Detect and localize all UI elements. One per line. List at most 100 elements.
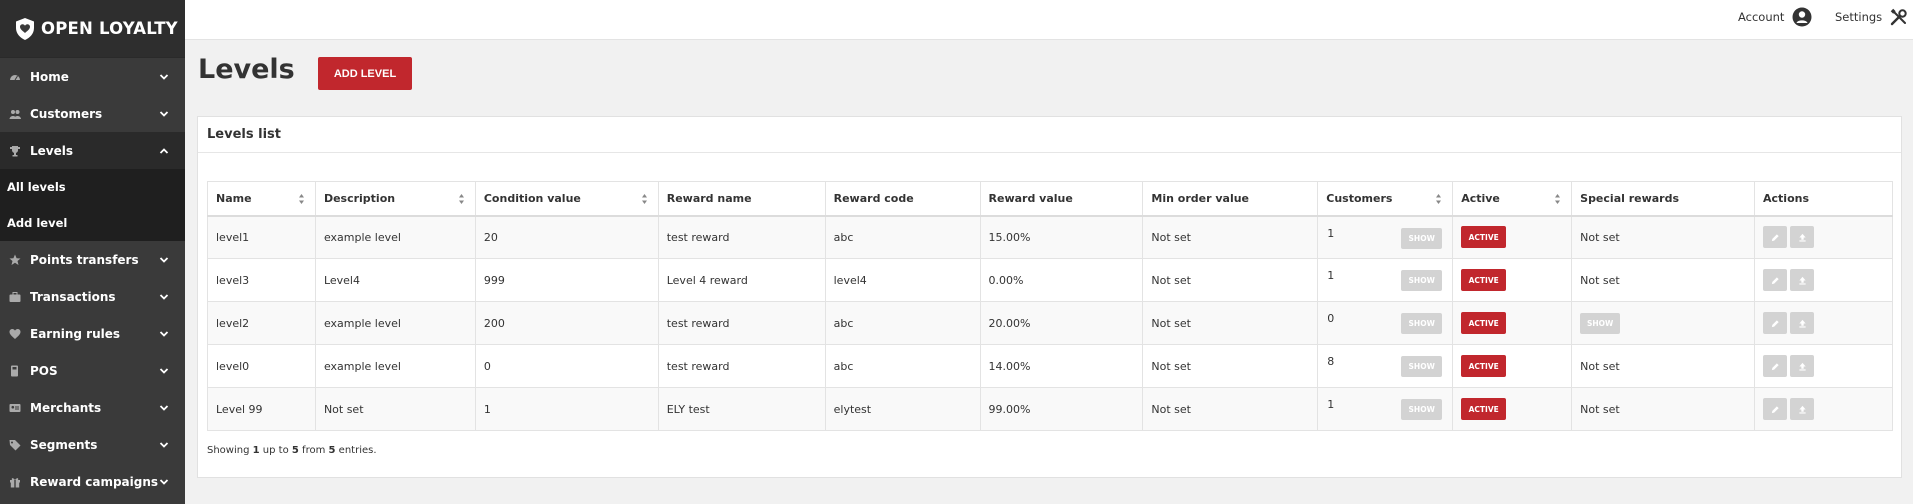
footer-to: 5	[291, 445, 299, 456]
cell-description: Not set	[314, 387, 476, 431]
settings-menu[interactable]: Settings	[1835, 0, 1908, 34]
cell-customers: 1 SHOW	[1317, 387, 1454, 431]
cell-condition-value: 0	[474, 344, 659, 388]
sidebar-item-earning-rules[interactable]: Earning rules	[0, 315, 185, 352]
account-label: Account	[1738, 10, 1785, 24]
active-toggle-button[interactable]: ACTIVE	[1461, 355, 1507, 377]
sort-icon[interactable]	[1554, 193, 1561, 205]
cell-min-order-value: Not set	[1142, 258, 1319, 302]
column-header-name[interactable]: Name	[207, 181, 316, 217]
sidebar-item-pos[interactable]: POS	[0, 352, 185, 389]
special-rewards-value: Not set	[1580, 359, 1620, 373]
star-icon	[8, 253, 22, 267]
cell-special-rewards: Not set	[1571, 215, 1756, 259]
cell-name: level0	[207, 344, 316, 388]
table-row: level2 example level 200 test reward abc 20.0…	[207, 301, 1893, 345]
sidebar-item-label: Transactions	[30, 289, 116, 304]
cell-customers: 1 SHOW	[1317, 215, 1454, 259]
active-toggle-button[interactable]: ACTIVE	[1461, 398, 1507, 420]
cell-reward-code: elytest	[824, 387, 981, 431]
sort-icon[interactable]	[298, 193, 305, 205]
show-customers-button[interactable]: SHOW	[1401, 270, 1443, 291]
cell-description: example level	[314, 344, 476, 388]
sidebar-item-label: Home	[30, 69, 69, 84]
sidebar-item-label: POS	[30, 363, 58, 378]
special-rewards-show-button[interactable]: SHOW	[1580, 312, 1621, 334]
pos-icon	[8, 364, 22, 378]
cell-reward-value: 20.00%	[979, 301, 1144, 345]
active-toggle-button[interactable]: ACTIVE	[1461, 269, 1507, 291]
upload-button[interactable]	[1790, 312, 1815, 334]
sidebar-submenu-levels: All levels Add level	[0, 169, 185, 241]
column-header-customers[interactable]: Customers	[1317, 181, 1454, 217]
column-header-label: Customers	[1326, 191, 1393, 205]
active-toggle-button[interactable]: ACTIVE	[1461, 226, 1507, 249]
sidebar: OPEN LOYALTY Home Customers Levels All leve…	[0, 0, 185, 504]
edit-button[interactable]	[1763, 355, 1788, 377]
cell-customers: 1 SHOW	[1317, 258, 1454, 302]
shield-logo-icon	[16, 17, 34, 40]
brand-logo[interactable]: OPEN LOYALTY	[0, 0, 185, 58]
sidebar-subitem-all-levels[interactable]: All levels	[0, 169, 185, 205]
active-toggle-button[interactable]: ACTIVE	[1461, 312, 1507, 334]
cell-special-rewards: Not set	[1571, 387, 1756, 431]
chevron-up-icon	[159, 145, 169, 155]
sidebar-subitem-add-level[interactable]: Add level	[0, 205, 185, 241]
sidebar-item-transactions[interactable]: Transactions	[0, 278, 185, 315]
sort-icon[interactable]	[458, 193, 465, 205]
gift-icon	[8, 475, 22, 489]
footer-mid1: up to	[262, 445, 289, 456]
show-customers-button[interactable]: SHOW	[1401, 399, 1443, 420]
tag-icon	[8, 438, 22, 452]
cell-reward-code: abc	[824, 215, 981, 259]
sidebar-item-reward-campaigns[interactable]: Reward campaigns	[0, 463, 185, 500]
customers-count: 1	[1327, 269, 1335, 282]
edit-button[interactable]	[1763, 226, 1788, 249]
cell-actions	[1754, 215, 1893, 259]
panel-title: Levels list	[198, 117, 1901, 153]
briefcase-icon	[8, 290, 22, 304]
sidebar-item-customers[interactable]: Customers	[0, 95, 185, 132]
user-circle-icon	[1792, 7, 1812, 27]
sidebar-item-segments[interactable]: Segments	[0, 426, 185, 463]
column-header-label: Min order value	[1151, 191, 1250, 205]
cell-min-order-value: Not set	[1142, 301, 1319, 345]
cell-actions	[1754, 301, 1893, 345]
add-level-button[interactable]: ADD LEVEL	[318, 57, 412, 90]
account-menu[interactable]: Account	[1738, 0, 1812, 34]
show-customers-button[interactable]: SHOW	[1401, 313, 1443, 334]
sort-icon[interactable]	[641, 193, 648, 205]
special-rewards-value: Not set	[1580, 273, 1620, 287]
show-customers-button[interactable]: SHOW	[1401, 356, 1443, 377]
customers-count: 0	[1327, 312, 1335, 325]
sidebar-item-merchants[interactable]: Merchants	[0, 389, 185, 426]
tools-icon	[1890, 8, 1907, 26]
heart-icon	[8, 327, 22, 341]
edit-button[interactable]	[1763, 269, 1788, 291]
column-header-description[interactable]: Description	[314, 181, 476, 217]
cell-active: ACTIVE	[1452, 215, 1573, 259]
special-rewards-value: Not set	[1580, 402, 1620, 416]
sidebar-item-label: Earning rules	[30, 326, 121, 341]
sidebar-item-points-transfers[interactable]: Points transfers	[0, 241, 185, 278]
cell-special-rewards: Not set	[1571, 344, 1756, 388]
cell-special-rewards: SHOW	[1571, 301, 1756, 345]
upload-button[interactable]	[1790, 226, 1815, 249]
upload-button[interactable]	[1790, 269, 1815, 291]
column-header-active[interactable]: Active	[1452, 181, 1573, 217]
cell-special-rewards: Not set	[1571, 258, 1756, 302]
sidebar-item-home[interactable]: Home	[0, 58, 185, 95]
sidebar-item-levels[interactable]: Levels	[0, 132, 185, 169]
show-customers-button[interactable]: SHOW	[1401, 227, 1443, 249]
upload-button[interactable]	[1790, 398, 1815, 420]
edit-button[interactable]	[1763, 398, 1788, 420]
edit-button[interactable]	[1763, 312, 1788, 334]
cell-reward-value: 0.00%	[979, 258, 1144, 302]
sort-icon[interactable]	[1435, 193, 1442, 205]
column-header-condition-value[interactable]: Condition value	[474, 181, 659, 217]
upload-button[interactable]	[1790, 355, 1815, 377]
cell-active: ACTIVE	[1452, 301, 1573, 345]
chevron-down-icon	[159, 476, 169, 486]
cell-description: Level4	[314, 258, 476, 302]
cell-active: ACTIVE	[1452, 258, 1573, 302]
